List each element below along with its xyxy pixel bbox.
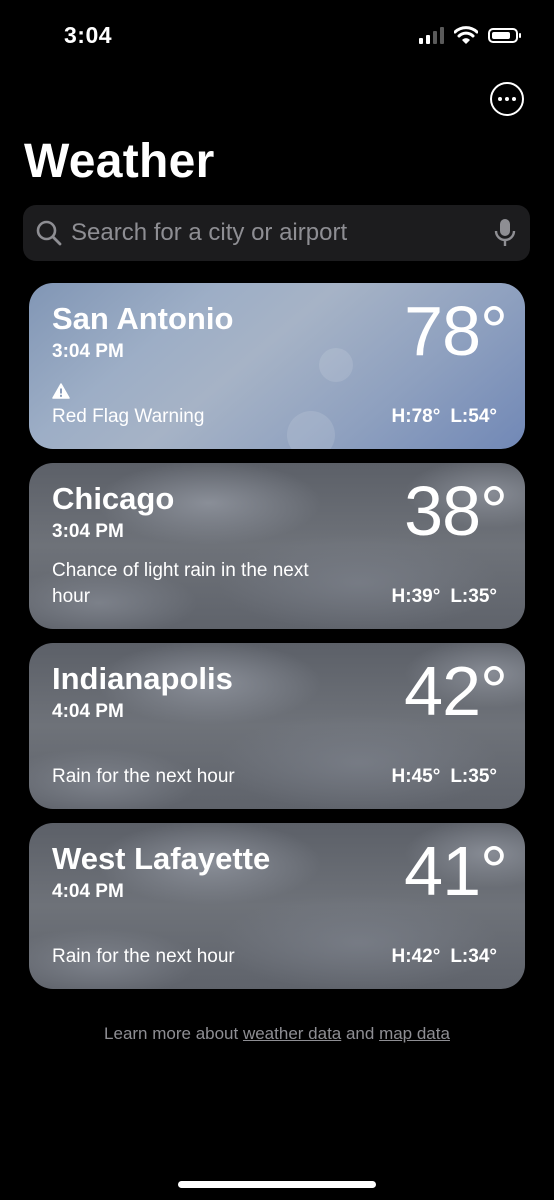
city-high-low: H:42° L:34° bbox=[392, 944, 497, 970]
status-icons bbox=[419, 26, 521, 44]
page-title: Weather bbox=[24, 135, 215, 188]
city-time: 4:04 PM bbox=[52, 701, 124, 722]
city-card-indianapolis[interactable]: Indianapolis 4:04 PM 42° Rain for the ne… bbox=[29, 643, 525, 809]
sun-glare bbox=[319, 348, 353, 382]
city-high: H:42° bbox=[391, 946, 441, 967]
battery-icon bbox=[488, 27, 521, 43]
footer-attribution: Learn more about weather data and map da… bbox=[0, 1024, 554, 1044]
city-high-low: H:78° L:54° bbox=[392, 404, 497, 430]
city-high: H:78° bbox=[391, 406, 441, 427]
more-options-button[interactable] bbox=[490, 82, 524, 116]
weather-data-link[interactable]: weather data bbox=[243, 1024, 341, 1043]
search-icon bbox=[36, 220, 62, 246]
city-high-low: H:45° L:35° bbox=[392, 764, 497, 790]
ellipsis-circle-icon bbox=[498, 97, 502, 101]
city-time: 4:04 PM bbox=[52, 881, 124, 902]
city-low: L:34° bbox=[450, 946, 497, 967]
city-time: 3:04 PM bbox=[52, 341, 124, 362]
footer-prefix: Learn more about bbox=[104, 1024, 243, 1043]
city-condition: Red Flag Warning bbox=[52, 406, 205, 427]
city-high: H:45° bbox=[391, 766, 441, 787]
search-bar[interactable] bbox=[23, 205, 530, 261]
status-bar: 3:04 bbox=[0, 0, 554, 70]
city-name: Chicago bbox=[52, 481, 175, 516]
city-high: H:39° bbox=[391, 586, 441, 607]
city-low: L:35° bbox=[450, 586, 497, 607]
city-condition: Chance of light rain in the next hour bbox=[52, 560, 309, 607]
city-name: Indianapolis bbox=[52, 661, 233, 696]
search-input[interactable] bbox=[71, 219, 494, 247]
footer-middle: and bbox=[341, 1024, 380, 1043]
warning-icon bbox=[52, 383, 70, 399]
city-temperature: 78° bbox=[404, 292, 508, 370]
city-temperature: 38° bbox=[404, 472, 508, 550]
city-condition: Rain for the next hour bbox=[52, 766, 235, 787]
signal-icon bbox=[419, 26, 444, 44]
city-card-west-lafayette[interactable]: West Lafayette 4:04 PM 41° Rain for the … bbox=[29, 823, 525, 989]
microphone-icon[interactable] bbox=[494, 218, 516, 248]
city-card-chicago[interactable]: Chicago 3:04 PM 38° Chance of light rain… bbox=[29, 463, 525, 629]
city-card-san-antonio[interactable]: San Antonio 3:04 PM 78° Red Flag Warning… bbox=[29, 283, 525, 449]
city-temperature: 42° bbox=[404, 652, 508, 730]
city-name: San Antonio bbox=[52, 301, 234, 336]
city-time: 3:04 PM bbox=[52, 521, 124, 542]
home-indicator[interactable] bbox=[178, 1181, 376, 1188]
map-data-link[interactable]: map data bbox=[379, 1024, 450, 1043]
city-name: West Lafayette bbox=[52, 841, 271, 876]
city-high-low: H:39° L:35° bbox=[392, 584, 497, 610]
wifi-icon bbox=[454, 26, 478, 44]
city-low: L:35° bbox=[450, 766, 497, 787]
city-low: L:54° bbox=[450, 406, 497, 427]
city-temperature: 41° bbox=[404, 832, 508, 910]
city-condition: Rain for the next hour bbox=[52, 946, 235, 967]
status-time: 3:04 bbox=[64, 22, 113, 48]
